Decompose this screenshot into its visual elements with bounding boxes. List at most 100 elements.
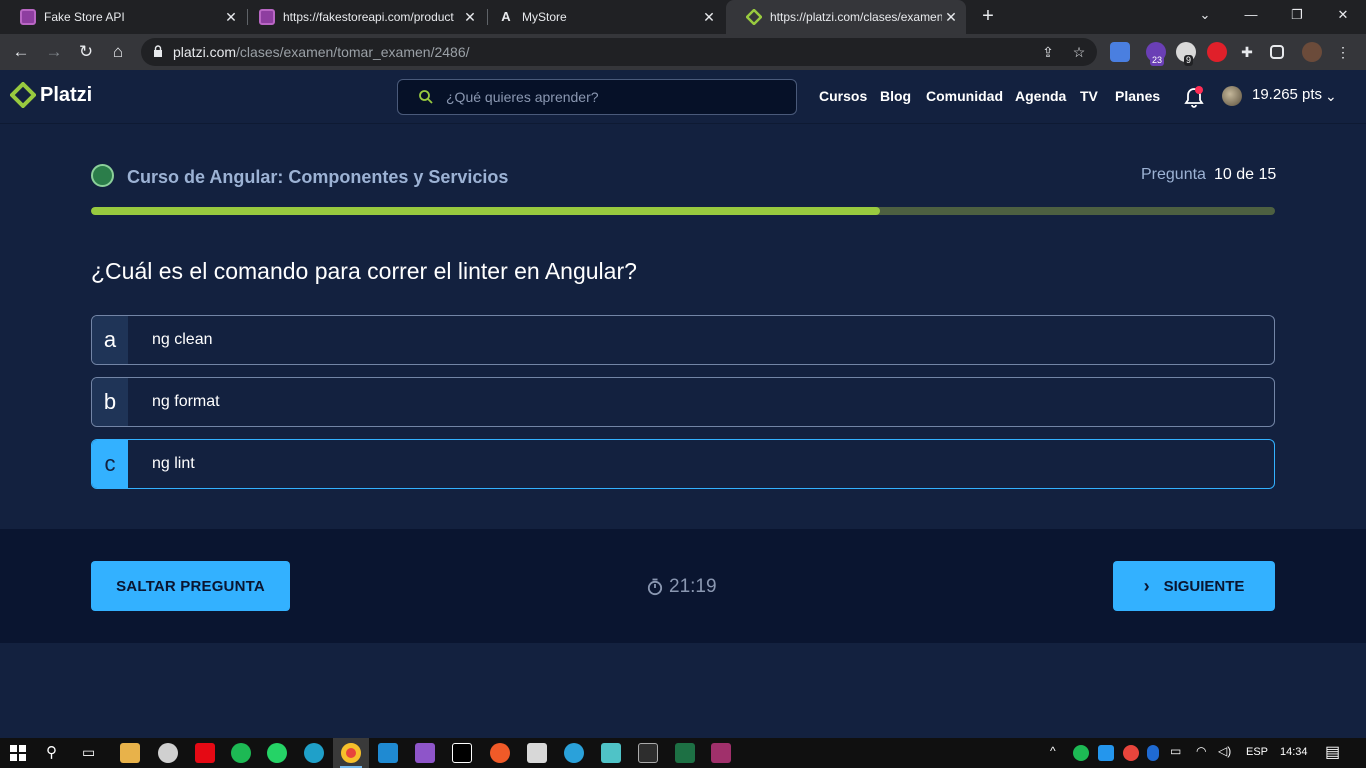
app-icon[interactable]: [158, 743, 178, 763]
answer-option-b[interactable]: b ng format: [91, 377, 1275, 427]
extension-badge: 23: [1150, 55, 1165, 66]
answer-text: ng clean: [152, 331, 213, 348]
extensions-puzzle-icon[interactable]: ✚: [1238, 43, 1256, 61]
url-host: platzi.com: [173, 44, 237, 60]
vscode-icon[interactable]: [378, 743, 398, 763]
close-tab-icon[interactable]: ✕: [700, 9, 718, 26]
profile-avatar[interactable]: [1302, 42, 1322, 62]
app-icon[interactable]: [601, 743, 621, 763]
answer-option-c[interactable]: c ng lint: [91, 439, 1275, 489]
next-question-button[interactable]: › SIGUIENTE: [1113, 561, 1275, 611]
browser-tab[interactable]: Fake Store API ✕: [0, 0, 246, 34]
minimize-window-button[interactable]: —: [1228, 0, 1274, 30]
netflix-icon[interactable]: [195, 743, 215, 763]
restore-window-button[interactable]: ❐: [1274, 0, 1320, 30]
spotify-tray-icon[interactable]: [1073, 745, 1089, 761]
back-arrow-icon[interactable]: ←: [9, 40, 33, 64]
tab-title: Fake Store API: [44, 10, 125, 24]
page-background: [0, 643, 1366, 738]
browser-tab-active[interactable]: https://platzi.com/clases/examen ✕: [726, 0, 966, 34]
close-tab-icon[interactable]: ✕: [222, 9, 240, 26]
nav-link-comunidad[interactable]: Comunidad: [926, 88, 1003, 104]
input-language[interactable]: ESP: [1246, 746, 1268, 758]
edge-icon[interactable]: [304, 743, 324, 763]
bookmark-star-icon[interactable]: ☆: [1070, 43, 1088, 61]
answer-text: ng lint: [152, 455, 195, 472]
home-icon[interactable]: ⌂: [106, 40, 130, 64]
nav-link-cursos[interactable]: Cursos: [819, 88, 867, 104]
platzi-logo[interactable]: Platzi: [10, 82, 92, 108]
url-path: /clases/examen/tomar_examen/2486/: [236, 44, 470, 60]
address-bar[interactable]: platzi.com/clases/examen/tomar_examen/24…: [141, 38, 1097, 66]
browser-tab[interactable]: https://fakestoreapi.com/product ✕: [239, 0, 485, 34]
translate-extension-icon[interactable]: [1110, 42, 1130, 62]
platzi-logo-icon: [10, 82, 36, 108]
excel-icon[interactable]: [675, 743, 695, 763]
nav-link-planes[interactable]: Planes: [1115, 88, 1160, 104]
file-explorer-icon[interactable]: [120, 743, 140, 763]
reload-icon[interactable]: ↻: [74, 40, 98, 64]
bluetooth-icon[interactable]: [1147, 745, 1159, 761]
winrar-icon[interactable]: [711, 743, 731, 763]
course-title: Curso de Angular: Componentes y Servicio…: [127, 167, 509, 187]
browser-tab-strip: Fake Store API ✕ https://fakestoreapi.co…: [0, 0, 1366, 34]
stopwatch-icon: [647, 578, 663, 596]
logo-text: Platzi: [40, 83, 93, 106]
nav-link-blog[interactable]: Blog: [880, 88, 911, 104]
app-icon[interactable]: [527, 743, 547, 763]
tab-title: https://fakestoreapi.com/product: [283, 10, 454, 24]
browser-tab[interactable]: A MyStore ✕: [478, 0, 724, 34]
user-avatar[interactable]: [1222, 86, 1242, 106]
whatsapp-icon[interactable]: [267, 743, 287, 763]
nav-link-tv[interactable]: TV: [1080, 88, 1098, 104]
course-badge-icon: [91, 164, 114, 187]
user-points[interactable]: 19.265 pts: [1252, 86, 1322, 103]
terminal-icon[interactable]: [638, 743, 658, 763]
system-clock[interactable]: 14:34: [1280, 746, 1308, 758]
docker-tray-icon[interactable]: [1098, 745, 1114, 761]
close-tab-icon[interactable]: ✕: [942, 9, 960, 26]
intellij-icon[interactable]: [452, 743, 472, 763]
question-text: ¿Cuál es el comando para correr el linte…: [91, 258, 637, 284]
windows-taskbar: ⚲ ▭ ^ ▭ ◠ ◁) ESP 14:34 ▤: [0, 738, 1366, 768]
chrome-tray-icon[interactable]: [1123, 745, 1139, 761]
fakestore-favicon-icon: [259, 9, 275, 25]
skip-question-button[interactable]: SALTAR PREGUNTA: [91, 561, 290, 611]
tray-overflow-icon[interactable]: ^: [1050, 744, 1056, 758]
timer-value: 21:19: [669, 576, 717, 597]
tab-title: MyStore: [522, 10, 567, 24]
task-view-icon[interactable]: ▭: [82, 744, 95, 761]
volume-icon[interactable]: ◁): [1218, 744, 1231, 758]
close-tab-icon[interactable]: ✕: [461, 9, 479, 26]
adblock-extension-icon[interactable]: [1207, 42, 1227, 62]
notification-center-icon[interactable]: ▤: [1325, 742, 1340, 762]
close-window-button[interactable]: ✕: [1320, 0, 1366, 30]
answer-letter: b: [92, 378, 128, 426]
telegram-icon[interactable]: [564, 743, 584, 763]
platzi-favicon-icon: [745, 8, 763, 26]
exam-progress-bar: [91, 207, 1275, 215]
tab-title: https://platzi.com/clases/examen: [770, 10, 942, 24]
search-box[interactable]: [397, 79, 797, 115]
browser-toolbar: ← → ↻ ⌂ platzi.com/clases/examen/tomar_e…: [0, 34, 1366, 70]
windows-start-icon[interactable]: [10, 745, 26, 761]
share-icon[interactable]: ⇪: [1039, 43, 1057, 61]
browser-menu-icon[interactable]: ⋮: [1334, 43, 1352, 61]
wifi-icon[interactable]: ◠: [1196, 744, 1206, 758]
postman-icon[interactable]: [490, 743, 510, 763]
new-tab-button[interactable]: +: [978, 6, 998, 26]
question-counter-value: 10 de 15: [1214, 166, 1277, 183]
chevron-right-icon: ›: [1143, 575, 1150, 596]
chevron-down-icon[interactable]: ⌄: [1325, 88, 1337, 105]
forward-arrow-icon[interactable]: →: [42, 40, 66, 64]
search-input[interactable]: [446, 86, 776, 108]
nav-link-agenda[interactable]: Agenda: [1015, 88, 1066, 104]
search-taskbar-icon[interactable]: ⚲: [46, 743, 57, 761]
tab-search-chevron-icon[interactable]: ⌄: [1182, 0, 1228, 30]
visual-studio-icon[interactable]: [415, 743, 435, 763]
spotify-icon[interactable]: [231, 743, 251, 763]
battery-icon[interactable]: ▭: [1170, 744, 1181, 758]
chrome-icon[interactable]: [341, 743, 361, 763]
side-panel-icon[interactable]: [1270, 45, 1284, 59]
answer-option-a[interactable]: a ng clean: [91, 315, 1275, 365]
